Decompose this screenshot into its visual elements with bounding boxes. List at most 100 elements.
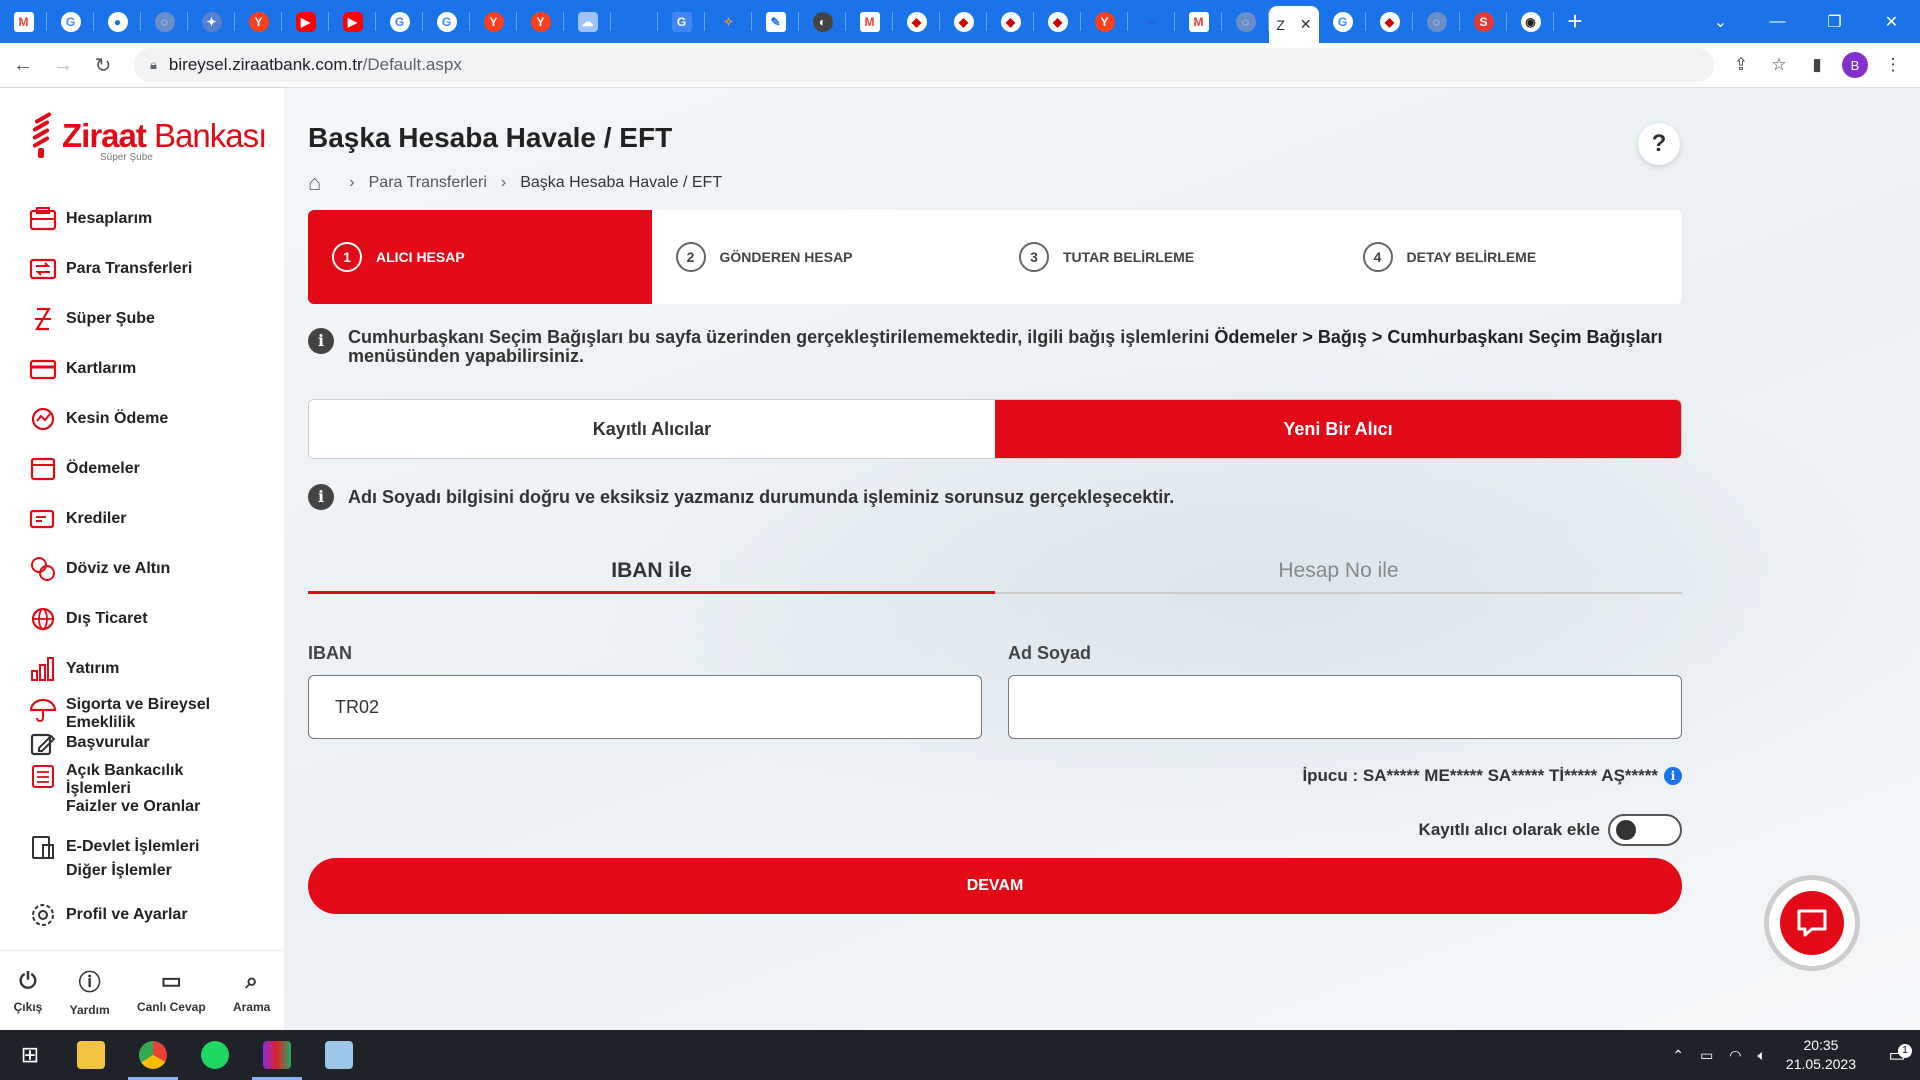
tab-gmail[interactable]: M	[846, 0, 893, 43]
tab-site[interactable]: ◐	[799, 0, 846, 43]
tab-youtube[interactable]: ▶	[282, 0, 329, 43]
tab-site[interactable]: ◉	[1507, 0, 1554, 43]
continue-button[interactable]: DEVAM	[308, 858, 1682, 914]
tab-google[interactable]: G	[47, 0, 94, 43]
search-button[interactable]: ⌕ Arama	[233, 968, 270, 1014]
notification-center-button[interactable]: ▭ 1	[1874, 1043, 1920, 1066]
save-recipient-toggle[interactable]	[1608, 814, 1682, 846]
star-icon[interactable]: ☆	[1760, 55, 1798, 75]
new-tab-button[interactable]: +	[1554, 0, 1596, 43]
profile-avatar[interactable]: B	[1842, 52, 1868, 78]
minimize-icon[interactable]: —	[1749, 0, 1806, 43]
tab-site[interactable]: ◆	[1366, 0, 1413, 43]
taskbar-winrar[interactable]	[246, 1030, 308, 1080]
tab-google[interactable]: G	[1319, 0, 1366, 43]
sidebar-item-doviz-altin[interactable]: Döviz ve Altın	[28, 544, 216, 594]
sidebar-item-kartlarim[interactable]: Kartlarım	[28, 344, 216, 394]
tab-site[interactable]: ⌐	[1128, 0, 1175, 43]
volume-icon[interactable]: 🔈︎	[1758, 1047, 1766, 1064]
sidebar-item-kesin-odeme[interactable]: Kesin Ödeme	[28, 394, 216, 444]
tab-translate[interactable]: G	[658, 0, 705, 43]
search-icon: ⌕	[245, 967, 258, 993]
logout-button[interactable]: ⏻ Çıkış	[14, 968, 43, 1014]
youtube-icon: ▶	[342, 11, 363, 32]
sidebar-item-diger[interactable]: Diğer İşlemler	[28, 860, 216, 882]
sidebar-item-e-devlet[interactable]: E-Devlet İşlemleri	[28, 834, 216, 860]
tab-youtube[interactable]: ▶	[329, 0, 376, 43]
tab-yandex[interactable]: Y	[517, 0, 564, 43]
chevron-down-icon[interactable]: ⌄	[1692, 0, 1749, 43]
chevron-up-icon[interactable]: ⌃	[1672, 1047, 1684, 1064]
sidebar-item-label: Kesin Ödeme	[66, 410, 169, 427]
tab-yandex[interactable]: Y	[1081, 0, 1128, 43]
tab-site[interactable]: ✎	[752, 0, 799, 43]
back-icon[interactable]: ←	[6, 48, 40, 82]
tab-site[interactable]: ◆	[987, 0, 1034, 43]
clock[interactable]: 20:35 21.05.2023	[1786, 1036, 1856, 1074]
tab-iban[interactable]: IBAN ile	[308, 550, 995, 594]
wifi-icon[interactable]: ◠	[1729, 1047, 1741, 1064]
help-question-button[interactable]: ?	[1638, 123, 1680, 165]
battery-icon[interactable]: ▭	[1700, 1047, 1713, 1064]
sidebar-item-para-transferleri[interactable]: Para Transferleri	[28, 244, 216, 294]
tab-site[interactable]: ◌	[1413, 0, 1460, 43]
new-recipient-button[interactable]: Yeni Bir Alıcı	[995, 400, 1681, 458]
tab-site[interactable]: ✦	[188, 0, 235, 43]
more-icon[interactable]: ⋮	[1874, 55, 1912, 75]
tab-google[interactable]: G	[423, 0, 470, 43]
sidebar-item-sigorta[interactable]: Sigorta ve Bireysel Emeklilik	[28, 694, 216, 731]
home-icon[interactable]: ⌂	[308, 170, 321, 196]
taskbar-app[interactable]	[184, 1030, 246, 1080]
tab-account-number[interactable]: Hesap No ile	[995, 550, 1682, 592]
page-title: Başka Hesaba Havale / EFT	[308, 122, 673, 153]
sidebar-item-hesaplarim[interactable]: Hesaplarım	[28, 194, 216, 244]
sidebar-item-krediler[interactable]: Krediler	[28, 494, 216, 544]
sidepanel-icon[interactable]: ▮	[1798, 55, 1836, 75]
tab-maps[interactable]: ●	[94, 0, 141, 43]
name-input[interactable]	[1008, 675, 1682, 739]
tab-yandex[interactable]: Y	[470, 0, 517, 43]
logout-label: Çıkış	[13, 999, 43, 1014]
tab-gmail[interactable]: M	[1175, 0, 1222, 43]
tab-site[interactable]: ◆	[940, 0, 987, 43]
tab-site[interactable]: ✧	[705, 0, 752, 43]
taskbar-explorer[interactable]	[60, 1030, 122, 1080]
sidebar-item-yatirim[interactable]: Yatırım	[28, 644, 216, 694]
reload-icon[interactable]: ↻	[86, 48, 120, 82]
chat-assistant-button[interactable]	[1764, 875, 1860, 971]
sidebar-item-acik-bankacilik[interactable]: Açık Bankacılık İşlemleri	[28, 758, 216, 797]
sidebar-item-super-sube[interactable]: Süper Şube	[28, 294, 216, 344]
iban-input[interactable]	[308, 675, 982, 739]
step-label: GÖNDEREN HESAP	[719, 249, 853, 265]
tab-site[interactable]: ☁	[564, 0, 611, 43]
tab-google[interactable]: G	[376, 0, 423, 43]
taskbar-app[interactable]	[308, 1030, 370, 1080]
share-icon[interactable]: ⇪	[1722, 55, 1760, 75]
tab-site[interactable]: ◆	[1034, 0, 1081, 43]
info-icon[interactable]: i	[1664, 767, 1682, 785]
taskbar-chrome[interactable]	[122, 1030, 184, 1080]
tab-site[interactable]: ◆	[893, 0, 940, 43]
sidebar-item-profil-ayarlar[interactable]: Profil ve Ayarlar	[28, 890, 216, 940]
tab-site[interactable]: ◌	[141, 0, 188, 43]
close-icon[interactable]: ✕	[1300, 16, 1312, 33]
tab-gmail[interactable]: M	[0, 0, 47, 43]
tab-site[interactable]: ◌	[1222, 0, 1269, 43]
live-chat-button[interactable]: ▭ Canlı Cevap	[137, 968, 206, 1014]
url-field[interactable]: 🔒︎ bireysel.ziraatbank.com.tr /Default.a…	[134, 48, 1714, 82]
tab-blank[interactable]	[611, 0, 658, 43]
payment-icon	[28, 405, 58, 433]
windows-start-icon[interactable]: ⊞	[0, 1030, 60, 1080]
sidebar-item-dis-ticaret[interactable]: Dış Ticaret	[28, 594, 216, 644]
help-button[interactable]: ⓘ Yardım	[70, 965, 110, 1017]
forward-icon[interactable]: →	[46, 48, 80, 82]
sidebar-item-odemeler[interactable]: Ödemeler	[28, 444, 216, 494]
tab-site[interactable]: S	[1460, 0, 1507, 43]
close-icon[interactable]: ✕	[1863, 0, 1920, 43]
sidebar-item-basvurular[interactable]: Başvurular	[28, 728, 216, 758]
saved-recipients-button[interactable]: Kayıtlı Alıcılar	[309, 400, 995, 458]
restore-icon[interactable]: ❐	[1806, 0, 1863, 43]
tab-active-ziraat[interactable]: Z ✕	[1269, 6, 1319, 43]
tab-yandex[interactable]: Y	[235, 0, 282, 43]
breadcrumb-link[interactable]: Para Transferleri	[369, 174, 487, 192]
